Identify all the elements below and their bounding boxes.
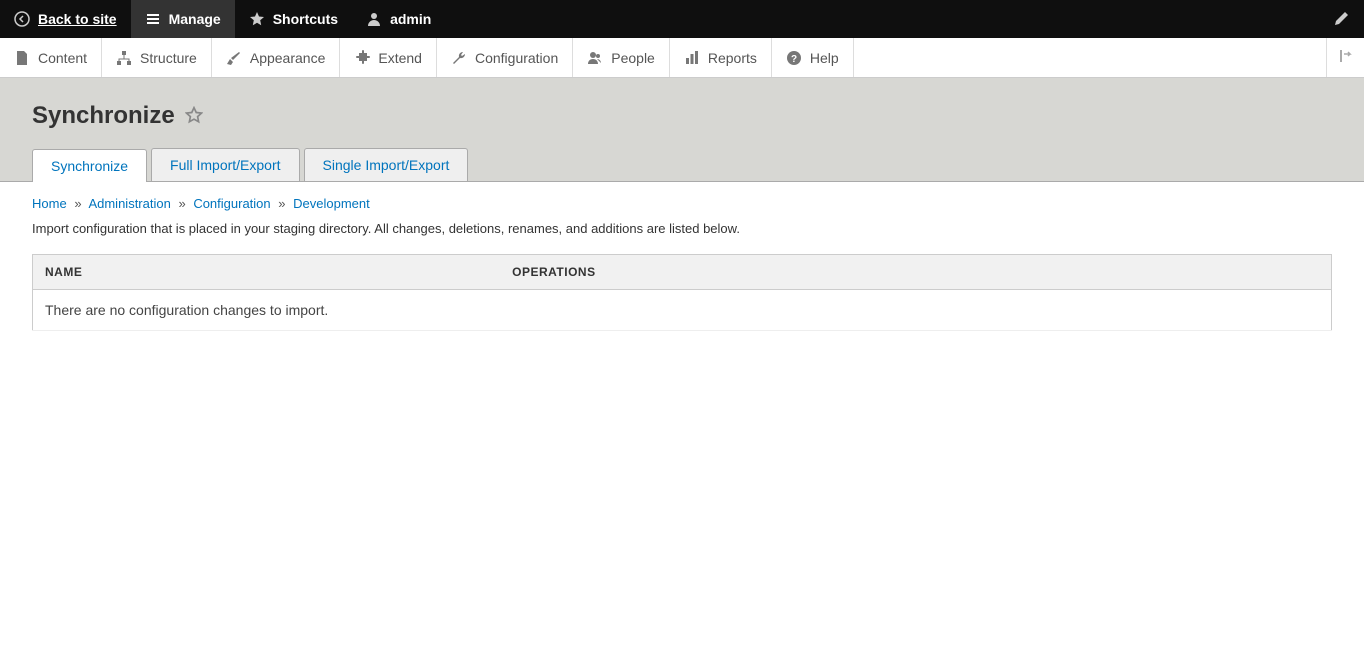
table-row: There are no configuration changes to im… (33, 290, 1332, 331)
wrench-icon (451, 50, 467, 66)
tab-single-label: Single Import/Export (323, 157, 450, 173)
tab-single-import-export[interactable]: Single Import/Export (304, 148, 469, 181)
menu-content-label: Content (38, 50, 87, 66)
menu-content[interactable]: Content (0, 38, 102, 77)
hierarchy-icon (116, 50, 132, 66)
user-icon (366, 11, 382, 27)
svg-text:?: ? (791, 54, 797, 65)
breadcrumb-sep: » (178, 196, 185, 211)
menu-help-label: Help (810, 50, 839, 66)
orientation-icon (1338, 48, 1354, 67)
menu-people-label: People (611, 50, 655, 66)
manage-toggle[interactable]: Manage (131, 0, 235, 38)
toolbar-top: Back to site Manage Shortcuts admin (0, 0, 1364, 38)
favorite-toggle[interactable] (185, 106, 203, 127)
breadcrumb-sep: » (278, 196, 285, 211)
help-icon: ? (786, 50, 802, 66)
breadcrumb: Home » Administration » Configuration » … (32, 196, 1332, 211)
menu-configuration-label: Configuration (475, 50, 558, 66)
breadcrumb-administration[interactable]: Administration (88, 196, 170, 211)
menu-extend[interactable]: Extend (340, 38, 437, 77)
config-table: NAME OPERATIONS There are no configurati… (32, 254, 1332, 331)
page-title-row: Synchronize (32, 102, 1332, 130)
hamburger-icon (145, 11, 161, 27)
menu-appearance[interactable]: Appearance (212, 38, 341, 77)
document-icon (14, 50, 30, 66)
menu-help[interactable]: ? Help (772, 38, 854, 77)
content: Home » Administration » Configuration » … (0, 182, 1364, 345)
pencil-icon (1334, 10, 1350, 29)
menu-reports-label: Reports (708, 50, 757, 66)
page-header: Synchronize Synchronize Full Import/Expo… (0, 78, 1364, 182)
tab-full-label: Full Import/Export (170, 157, 280, 173)
col-header-operations: OPERATIONS (500, 255, 1331, 290)
admin-menu-spacer (854, 38, 1326, 77)
orientation-toggle[interactable] (1326, 38, 1364, 77)
menu-structure-label: Structure (140, 50, 197, 66)
user-link[interactable]: admin (352, 0, 445, 38)
paintbrush-icon (226, 50, 242, 66)
manage-label: Manage (169, 11, 221, 27)
breadcrumb-configuration[interactable]: Configuration (193, 196, 270, 211)
tab-synchronize[interactable]: Synchronize (32, 149, 147, 182)
col-header-name: NAME (33, 255, 501, 290)
empty-message: There are no configuration changes to im… (33, 290, 1332, 331)
menu-reports[interactable]: Reports (670, 38, 772, 77)
back-to-site-link[interactable]: Back to site (0, 0, 131, 38)
menu-appearance-label: Appearance (250, 50, 326, 66)
menu-structure[interactable]: Structure (102, 38, 212, 77)
shortcuts-label: Shortcuts (273, 11, 338, 27)
people-icon (587, 50, 603, 66)
tabs: Synchronize Full Import/Export Single Im… (32, 148, 1332, 181)
edit-toggle[interactable] (1320, 0, 1364, 38)
breadcrumb-development[interactable]: Development (293, 196, 370, 211)
star-outline-icon (185, 106, 203, 124)
help-text: Import configuration that is placed in y… (32, 221, 1332, 236)
bar-chart-icon (684, 50, 700, 66)
star-icon (249, 11, 265, 27)
back-to-site-label: Back to site (38, 11, 117, 27)
puzzle-icon (354, 50, 370, 66)
menu-people[interactable]: People (573, 38, 670, 77)
shortcuts-link[interactable]: Shortcuts (235, 0, 352, 38)
menu-extend-label: Extend (378, 50, 422, 66)
breadcrumb-sep: » (74, 196, 81, 211)
admin-menu: Content Structure Appearance Extend Conf… (0, 38, 1364, 78)
user-label: admin (390, 11, 431, 27)
chevron-left-circle-icon (14, 11, 30, 27)
menu-configuration[interactable]: Configuration (437, 38, 573, 77)
page-title: Synchronize (32, 102, 175, 130)
tab-full-import-export[interactable]: Full Import/Export (151, 148, 299, 181)
tab-synchronize-label: Synchronize (51, 158, 128, 174)
breadcrumb-home[interactable]: Home (32, 196, 67, 211)
